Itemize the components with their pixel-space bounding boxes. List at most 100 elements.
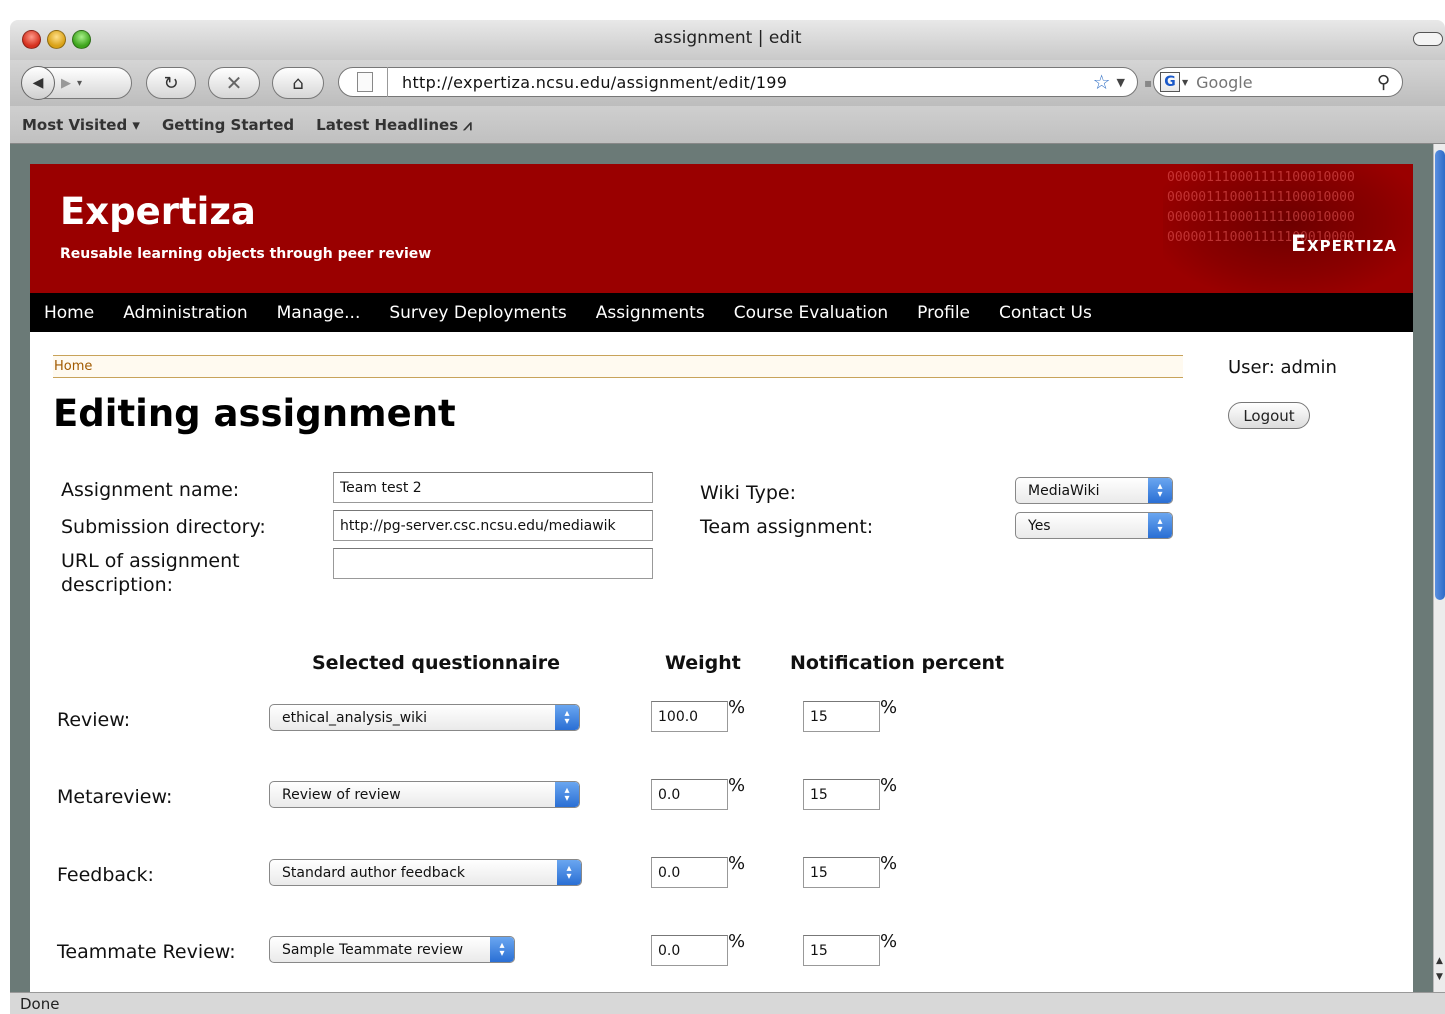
bookmark-star-icon[interactable]: ☆ [1093,70,1111,94]
select-arrows-icon: ▴ ▾ [490,937,514,962]
nav-assignments[interactable]: Assignments [596,303,705,323]
user-label: User: admin [1228,357,1337,378]
reload-button[interactable]: ↻ [146,67,196,99]
selected-questionnaire-header: Selected questionnaire [312,652,561,674]
submission-directory-label: Submission directory: [61,516,266,538]
nav-administration[interactable]: Administration [123,303,247,323]
metareview-notification-input[interactable] [803,779,880,810]
team-assignment-label: Team assignment: [700,516,874,538]
logout-button[interactable]: Logout [1228,402,1310,429]
page-icon [357,72,373,92]
nav-profile[interactable]: Profile [917,303,970,323]
scroll-up-icon[interactable]: ▲ [1436,956,1443,966]
site-header: Expertiza Reusable learning objects thro… [30,164,1413,293]
separator-dot: ▪ [1144,76,1153,90]
percent-sign: % [728,931,746,952]
submission-directory-input[interactable] [333,510,653,541]
url-bar[interactable]: http://expertiza.ncsu.edu/assignment/edi… [338,67,1138,97]
percent-sign: % [728,853,746,874]
home-icon: ⌂ [292,72,304,94]
wiki-type-label: Wiki Type: [700,482,797,504]
feedback-notification-input[interactable] [803,857,880,888]
scroll-down-icon[interactable]: ▼ [1436,972,1443,982]
history-dropdown-icon[interactable]: ▾ [77,78,82,89]
metareview-questionnaire-value: Review of review [282,786,401,803]
status-bar: Done [10,992,1445,1014]
team-assignment-value: Yes [1028,517,1051,534]
percent-sign: % [728,775,746,796]
binary-background-image: 000001110001111100010000 000001110001111… [1163,164,1413,293]
teammate-review-questionnaire-select[interactable]: Sample Teammate review ▴ ▾ [269,936,515,963]
review-questionnaire-value: ethical_analysis_wiki [282,709,428,726]
home-button[interactable]: ⌂ [272,67,324,99]
back-icon[interactable]: ◀ [21,66,55,100]
search-input[interactable] [1196,72,1347,92]
forward-icon[interactable]: ▶ [61,76,71,91]
percent-sign: % [880,775,898,796]
bookmarks-bar: Most Visited ▾ Getting Started Latest He… [10,106,1445,144]
review-label: Review: [57,709,131,731]
nav-home[interactable]: Home [44,303,94,323]
feedback-label: Feedback: [57,864,154,886]
nav-manage[interactable]: Manage... [277,303,361,323]
feedback-questionnaire-select[interactable]: Standard author feedback ▴ ▾ [269,859,582,886]
teammate-review-weight-input[interactable] [651,935,728,966]
percent-sign: % [880,697,898,718]
bookmark-latest-headlines[interactable]: Latest Headlines ⩘ [316,116,472,134]
header-logo: Expertiza [1290,232,1397,257]
percent-sign: % [880,853,898,874]
feedback-questionnaire-value: Standard author feedback [282,864,466,881]
teammate-review-notification-input[interactable] [803,935,880,966]
notification-percent-header: Notification percent [790,652,1005,674]
stop-button[interactable]: ✕ [208,67,260,99]
review-weight-input[interactable] [651,701,728,732]
nav-contact-us[interactable]: Contact Us [999,303,1092,323]
breadcrumb: Home [53,355,1183,378]
vertical-scrollbar[interactable]: ▲ ▼ [1433,144,1445,992]
feedback-weight-input[interactable] [651,857,728,888]
search-icon[interactable]: ⚲ [1377,72,1390,93]
window-titlebar: assignment | edit [10,20,1445,60]
site-nav: Home Administration Manage... Survey Dep… [30,293,1413,332]
page-viewport: Expertiza Reusable learning objects thro… [10,144,1433,992]
nav-course-evaluation[interactable]: Course Evaluation [734,303,888,323]
assignment-url-input[interactable] [333,548,653,579]
assignment-name-input[interactable] [333,472,653,503]
teammate-review-label: Teammate Review: [57,941,236,963]
bookmark-most-visited[interactable]: Most Visited ▾ [22,116,140,134]
page-title: Editing assignment [53,392,456,435]
team-assignment-select[interactable]: Yes ▴ ▾ [1015,512,1173,539]
metareview-label: Metareview: [57,786,173,808]
metareview-weight-input[interactable] [651,779,728,810]
select-arrows-icon: ▴ ▾ [555,782,579,807]
metareview-questionnaire-select[interactable]: Review of review ▴ ▾ [269,781,580,808]
select-arrows-icon: ▴ ▾ [1148,478,1172,503]
wiki-type-select[interactable]: MediaWiki ▴ ▾ [1015,477,1173,504]
select-arrows-icon: ▴ ▾ [557,860,581,885]
url-text[interactable]: http://expertiza.ncsu.edu/assignment/edi… [402,73,1093,92]
search-engine-icon[interactable]: G [1160,72,1180,92]
toolbar-toggle-button[interactable] [1413,32,1443,46]
browser-toolbar: ◀ ▶ ▾ ↻ ✕ ⌂ http://expertiza.ncsu.edu/as… [10,60,1445,106]
nav-survey-deployments[interactable]: Survey Deployments [389,303,566,323]
search-bar[interactable]: G ▼ ⚲ [1153,67,1403,97]
review-notification-input[interactable] [803,701,880,732]
percent-sign: % [880,931,898,952]
assignment-name-label: Assignment name: [61,479,240,501]
reload-icon: ↻ [163,72,179,94]
scrollbar-thumb[interactable] [1435,150,1445,600]
stop-icon: ✕ [225,71,243,95]
bookmark-dropdown-icon[interactable]: ▼ [1117,76,1125,89]
back-forward-group: ◀ ▶ ▾ [21,66,132,100]
select-arrows-icon: ▴ ▾ [555,705,579,730]
review-questionnaire-select[interactable]: ethical_analysis_wiki ▴ ▾ [269,704,580,731]
select-arrows-icon: ▴ ▾ [1148,513,1172,538]
breadcrumb-home-link[interactable]: Home [54,359,92,374]
percent-sign: % [728,697,746,718]
site-tagline: Reusable learning objects through peer r… [60,246,432,262]
teammate-review-questionnaire-value: Sample Teammate review [282,941,464,958]
window-title: assignment | edit [653,28,802,48]
bookmark-getting-started[interactable]: Getting Started [162,116,294,134]
assignment-url-label: URL of assignment description: [61,550,240,596]
search-engine-dropdown-icon[interactable]: ▼ [1182,78,1188,87]
